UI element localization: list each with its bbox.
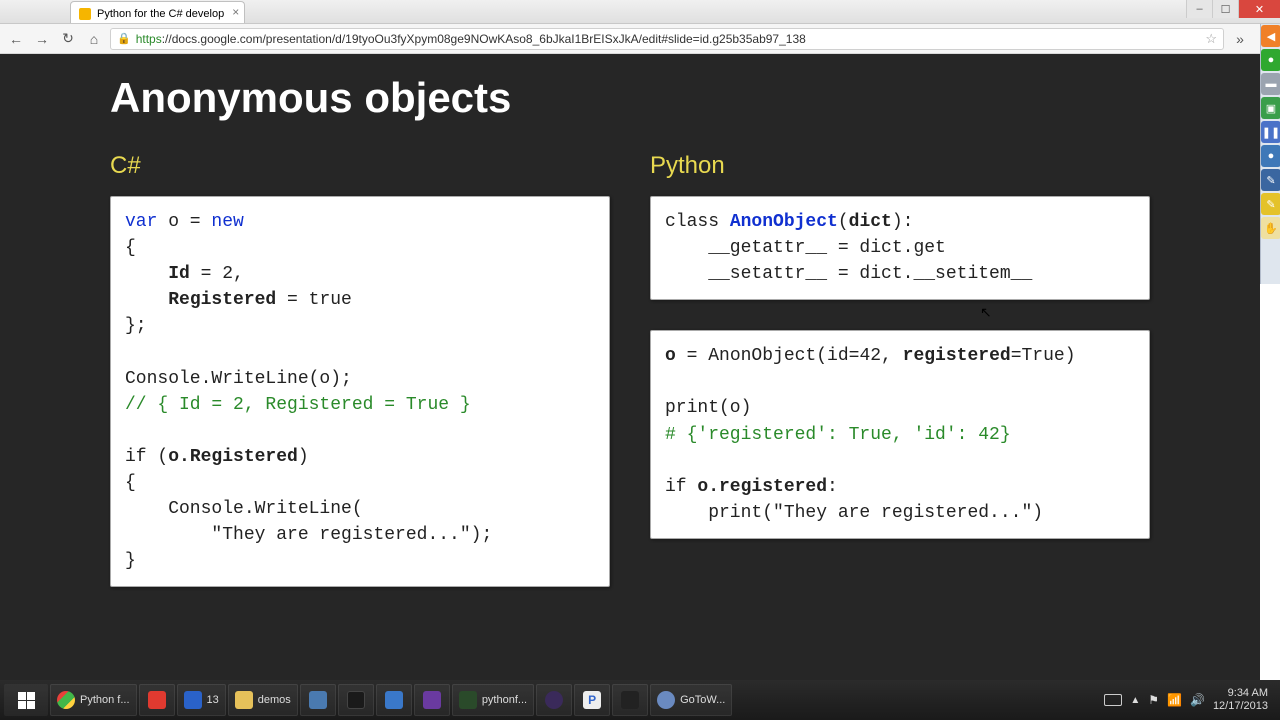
tab-title: Python for the C# develop	[97, 8, 224, 20]
taskbar-paint[interactable]	[300, 684, 336, 716]
cmd-icon	[621, 691, 639, 709]
start-button[interactable]	[4, 684, 48, 716]
panel-expand-icon[interactable]: ◀	[1261, 25, 1280, 47]
bookmark-icon[interactable]: ☆	[1205, 31, 1217, 47]
reload-button[interactable]: ↻	[58, 29, 78, 49]
taskbar-explorer[interactable]: demos	[228, 684, 298, 716]
eclipse-icon	[545, 691, 563, 709]
taskbar-visualstudio[interactable]	[414, 684, 450, 716]
gmail-icon	[148, 691, 166, 709]
overflow-icon[interactable]: »	[1230, 29, 1250, 49]
clock[interactable]: 9:34 AM 12/17/2013	[1213, 687, 1268, 712]
taskbar-gmail[interactable]	[139, 684, 175, 716]
network-icon[interactable]: 📶	[1167, 693, 1182, 707]
system-tray: ▲ ⚑ 📶 🔊 9:34 AM 12/17/2013	[1104, 687, 1276, 712]
window-controls: – ☐ ✕	[1186, 0, 1280, 18]
draw-icon[interactable]: ✎	[1261, 169, 1280, 191]
close-tab-icon[interactable]: ×	[232, 5, 239, 19]
browser-titlebar: Python for the C# develop × – ☐ ✕	[0, 0, 1280, 24]
taskbar-calendar[interactable]: 13	[177, 684, 226, 716]
slide-title: Anonymous objects	[110, 74, 1150, 122]
taskbar-cmd[interactable]	[612, 684, 648, 716]
highlight-icon[interactable]: ✎	[1261, 193, 1280, 215]
python-code-class: class AnonObject(dict): __getattr__ = di…	[650, 196, 1150, 300]
url-text: https://docs.google.com/presentation/d/1…	[136, 32, 1201, 46]
minimize-button[interactable]: –	[1186, 0, 1212, 18]
pycharm-icon	[459, 691, 477, 709]
taskbar-terminal[interactable]	[338, 684, 374, 716]
screen-icon[interactable]: ▬	[1261, 73, 1280, 95]
gotowebinar-panel: ◀ ● ▬ ▣ ❚❚ ● ✎ ✎ ✋	[1260, 24, 1280, 284]
taskbar-kite[interactable]	[376, 684, 412, 716]
csharp-heading: C#	[110, 152, 610, 180]
share-icon[interactable]: ▣	[1261, 97, 1280, 119]
kite-icon	[385, 691, 403, 709]
slides-favicon	[79, 8, 91, 20]
taskbar-gotowebinar[interactable]: GoToW...	[650, 684, 732, 716]
calendar-icon	[184, 691, 202, 709]
pause-icon[interactable]: ❚❚	[1261, 121, 1280, 143]
taskbar-chrome[interactable]: Python f...	[50, 684, 137, 716]
python-column: Python class AnonObject(dict): __getattr…	[650, 152, 1150, 617]
windows-icon	[18, 692, 35, 709]
volume-icon[interactable]: 🔊	[1190, 693, 1205, 707]
visualstudio-icon	[423, 691, 441, 709]
tray-overflow-icon[interactable]: ▲	[1130, 695, 1140, 706]
taskbar-p[interactable]: P	[574, 684, 610, 716]
maximize-button[interactable]: ☐	[1212, 0, 1238, 18]
clock-date: 12/17/2013	[1213, 700, 1268, 713]
taskbar-eclipse[interactable]	[536, 684, 572, 716]
python-heading: Python	[650, 152, 1150, 180]
slide-content: Anonymous objects C# var o = new { Id = …	[80, 74, 1180, 647]
chrome-icon	[57, 691, 75, 709]
keyboard-icon[interactable]	[1104, 694, 1122, 706]
paint-icon	[309, 691, 327, 709]
back-button[interactable]: ←	[6, 29, 26, 49]
browser-tab[interactable]: Python for the C# develop ×	[70, 1, 245, 23]
gotowebinar-icon	[657, 691, 675, 709]
clock-time: 9:34 AM	[1213, 687, 1268, 700]
hand-icon[interactable]: ✋	[1261, 217, 1280, 239]
folder-icon	[235, 691, 253, 709]
p-icon: P	[583, 691, 601, 709]
csharp-column: C# var o = new { Id = 2, Registered = tr…	[110, 152, 610, 617]
home-button[interactable]: ⌂	[84, 29, 104, 49]
webcam-icon[interactable]: ●	[1261, 145, 1280, 167]
close-window-button[interactable]: ✕	[1238, 0, 1280, 18]
mouse-cursor: ↖	[980, 304, 992, 321]
taskbar: Python f... 13 demos pythonf... P GoToW.…	[0, 680, 1280, 720]
terminal-icon	[347, 691, 365, 709]
lock-icon: 🔒	[117, 32, 131, 45]
forward-button[interactable]: →	[32, 29, 52, 49]
action-center-icon[interactable]: ⚑	[1148, 693, 1159, 707]
csharp-code: var o = new { Id = 2, Registered = true …	[110, 196, 610, 587]
python-code-usage: o = AnonObject(id=42, registered=True) p…	[650, 330, 1150, 539]
mic-icon[interactable]: ●	[1261, 49, 1280, 71]
presentation-viewport: Anonymous objects C# var o = new { Id = …	[0, 54, 1260, 680]
browser-toolbar: ← → ↻ ⌂ 🔒 https://docs.google.com/presen…	[0, 24, 1280, 54]
taskbar-pycharm[interactable]: pythonf...	[452, 684, 534, 716]
address-bar[interactable]: 🔒 https://docs.google.com/presentation/d…	[110, 28, 1224, 50]
